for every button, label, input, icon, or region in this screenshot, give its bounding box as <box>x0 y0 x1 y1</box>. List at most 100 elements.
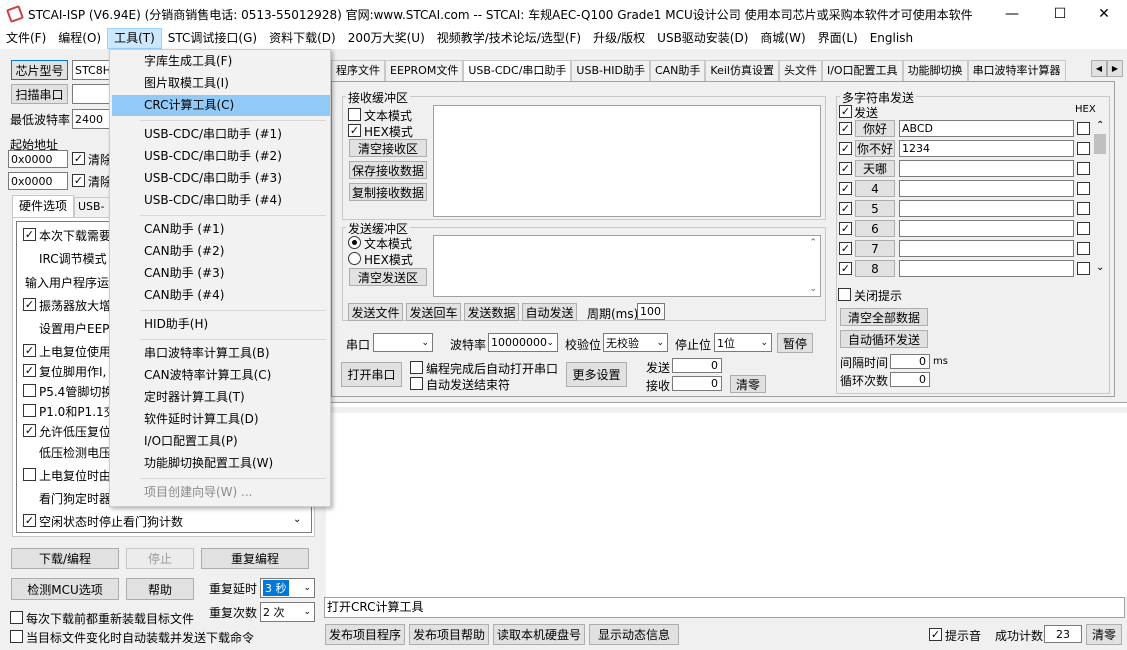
success-count-input[interactable]: 23 <box>1044 625 1082 643</box>
menu-interface[interactable]: 界面(L) <box>812 28 864 49</box>
auto-loop-button[interactable]: 自动循环发送 <box>840 330 928 348</box>
multi-row-button[interactable]: 4 <box>855 180 895 197</box>
download-button[interactable]: 下载/编程 <box>11 548 119 569</box>
multi-row-send-checkbox[interactable]: ✓ <box>839 182 852 195</box>
start-addr-1[interactable]: 0x0000 <box>8 150 68 168</box>
tab-header[interactable]: 头文件 <box>778 60 822 81</box>
tab-pin-switch[interactable]: 功能脚切换 <box>902 60 968 81</box>
menu-upgrade[interactable]: 升级/版权 <box>587 28 651 49</box>
clear-2-checkbox[interactable]: ✓ <box>72 174 85 187</box>
clear-1-checkbox[interactable]: ✓ <box>72 152 85 165</box>
multi-row-input[interactable] <box>899 240 1074 257</box>
menu-file[interactable]: 文件(F) <box>0 28 52 49</box>
stop-button[interactable]: 停止 <box>126 548 194 569</box>
multi-row-button[interactable]: 你不好 <box>855 140 895 157</box>
hw-opt-3-checkbox[interactable]: ✓ <box>23 298 36 311</box>
send-count-input[interactable]: 0 <box>672 358 722 373</box>
menu-usb-cdc-4[interactable]: USB-CDC/串口助手 (#4) <box>112 190 330 211</box>
maximize-button[interactable]: ☐ <box>1037 0 1083 28</box>
multi-row-button[interactable]: 5 <box>855 200 895 217</box>
recv-copy-button[interactable]: 复制接收数据 <box>349 183 427 201</box>
interval-input[interactable]: 0 <box>890 354 930 369</box>
hw-opt-5-checkbox[interactable]: ✓ <box>23 344 36 357</box>
menu-debug[interactable]: STC调试接口(G) <box>162 28 263 49</box>
tab-scroll-right-icon[interactable]: ▶ <box>1107 60 1123 77</box>
recv-clear-button[interactable]: 清空接收区 <box>349 139 427 157</box>
read-disk-button[interactable]: 读取本机硬盘号 <box>493 624 585 645</box>
menu-io-config[interactable]: I/O口配置工具(P) <box>112 431 330 452</box>
multi-scroll-thumb[interactable] <box>1094 134 1106 154</box>
menu-can-2[interactable]: CAN助手 (#2) <box>112 241 330 262</box>
tab-can[interactable]: CAN助手 <box>649 60 706 81</box>
auto-reload-checkbox[interactable] <box>10 630 23 643</box>
recv-save-button[interactable]: 保存接收数据 <box>349 161 427 179</box>
more-settings-button[interactable]: 更多设置 <box>566 362 627 387</box>
multi-send-col-checkbox[interactable]: ✓ <box>839 105 852 118</box>
chevron-down-icon[interactable]: ⌄ <box>809 284 817 294</box>
hw-opt-8-checkbox[interactable] <box>23 404 36 417</box>
multi-row-send-checkbox[interactable]: ✓ <box>839 222 852 235</box>
menu-video[interactable]: 视频教学/技术论坛/选型(F) <box>431 28 587 49</box>
menu-uart-baud-calc[interactable]: 串口波特率计算工具(B) <box>112 343 330 364</box>
multi-row-hex-checkbox[interactable] <box>1077 202 1090 215</box>
menu-crc-tool[interactable]: CRC计算工具(C) <box>112 95 330 116</box>
menu-usb-cdc-3[interactable]: USB-CDC/串口助手 (#3) <box>112 168 330 189</box>
close-tip-checkbox[interactable] <box>838 288 851 301</box>
recv-count-input[interactable]: 0 <box>672 376 722 391</box>
repeat-delay-select[interactable]: 3 秒 ⌄ <box>260 578 315 598</box>
send-clear-button[interactable]: 清空发送区 <box>349 268 427 286</box>
multi-scrollbar[interactable]: ⌃ ⌄ <box>1093 120 1107 278</box>
chevron-up-icon[interactable]: ⌃ <box>809 238 817 248</box>
menu-delay-calc[interactable]: 软件延时计算工具(D) <box>112 409 330 430</box>
menu-hid[interactable]: HID助手(H) <box>112 314 330 335</box>
menu-shop[interactable]: 商城(W) <box>754 28 811 49</box>
tab-usb-hid[interactable]: USB-HID助手 <box>571 60 650 81</box>
multi-row-hex-checkbox[interactable] <box>1077 162 1090 175</box>
multi-row-hex-checkbox[interactable] <box>1077 142 1090 155</box>
baud-combo[interactable]: 10000000 ⌄ <box>488 333 558 352</box>
auto-send-button[interactable]: 自动发送 <box>522 303 577 321</box>
tab-hardware[interactable]: 硬件选项 <box>12 195 74 217</box>
menu-usb-driver[interactable]: USB驱动安装(D) <box>651 28 754 49</box>
port-select[interactable] <box>72 84 112 104</box>
multi-row-send-checkbox[interactable]: ✓ <box>839 122 852 135</box>
multi-row-button[interactable]: 天哪 <box>855 160 895 177</box>
stop-bit-combo[interactable]: 1位 ⌄ <box>714 333 772 352</box>
tab-scroll-left-icon[interactable]: ◀ <box>1091 60 1107 77</box>
start-addr-2[interactable]: 0x0000 <box>8 172 68 190</box>
recv-hex-mode-checkbox[interactable]: ✓ <box>348 124 361 137</box>
multi-row-hex-checkbox[interactable] <box>1077 182 1090 195</box>
send-enter-button[interactable]: 发送回车 <box>406 303 461 321</box>
reload-each-checkbox[interactable] <box>10 611 23 624</box>
multi-row-input[interactable] <box>899 200 1074 217</box>
menu-usb-cdc-2[interactable]: USB-CDC/串口助手 (#2) <box>112 146 330 167</box>
menu-image-tool[interactable]: 图片取模工具(I) <box>112 73 330 94</box>
tone-checkbox[interactable]: ✓ <box>929 628 942 641</box>
chevron-down-icon[interactable]: ⌄ <box>1096 262 1104 273</box>
check-mcu-button[interactable]: 检测MCU选项 <box>11 578 119 600</box>
minimize-button[interactable]: — <box>989 0 1035 28</box>
chip-model-select[interactable]: STC8H <box>72 60 112 80</box>
period-input[interactable]: 100 <box>637 303 665 320</box>
menu-font-tool[interactable]: 字库生成工具(F) <box>112 51 330 72</box>
success-clear-button[interactable]: 清零 <box>1086 624 1122 645</box>
publish-help-button[interactable]: 发布项目帮助 <box>409 624 489 645</box>
multi-row-button[interactable]: 7 <box>855 240 895 257</box>
hw-opt-13-checkbox[interactable]: ✓ <box>23 514 36 527</box>
menu-english[interactable]: English <box>864 28 919 49</box>
multi-row-hex-checkbox[interactable] <box>1077 222 1090 235</box>
menu-usb-cdc-1[interactable]: USB-CDC/串口助手 (#1) <box>112 124 330 145</box>
send-text-mode-radio[interactable] <box>348 236 361 249</box>
close-button[interactable]: ✕ <box>1081 0 1127 28</box>
hw-opt-9-checkbox[interactable]: ✓ <box>23 424 36 437</box>
menu-can-3[interactable]: CAN助手 (#3) <box>112 263 330 284</box>
multi-row-send-checkbox[interactable]: ✓ <box>839 142 852 155</box>
auto-open-checkbox[interactable] <box>410 361 423 374</box>
multi-row-input[interactable] <box>899 220 1074 237</box>
chip-model-button[interactable]: 芯片型号 <box>11 60 68 80</box>
tab-program-file[interactable]: 程序文件 <box>331 60 385 81</box>
hw-opt-11-checkbox[interactable] <box>23 468 36 481</box>
pause-button[interactable]: 暂停 <box>777 333 813 353</box>
multi-row-send-checkbox[interactable]: ✓ <box>839 262 852 275</box>
send-data-button[interactable]: 发送数据 <box>464 303 519 321</box>
